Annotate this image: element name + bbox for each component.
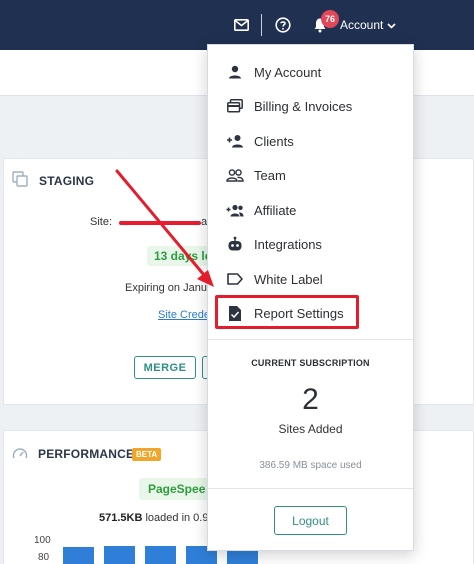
staging-icon (12, 171, 28, 187)
performance-title: PERFORMANCE (38, 447, 135, 461)
menu-item-integrations[interactable]: Integrations (208, 227, 413, 261)
mail-icon[interactable] (232, 16, 250, 34)
annotation-highlight-box (215, 295, 359, 329)
loaded-time: loaded in 0.9s (142, 512, 214, 524)
gauge-icon (12, 446, 28, 462)
chart-bar (104, 546, 135, 564)
chevron-down-icon (387, 18, 396, 32)
billing-icon (226, 97, 244, 115)
menu-item-team[interactable]: Team (208, 158, 413, 192)
sites-count: 2 (302, 383, 319, 416)
redaction-mark (119, 221, 201, 225)
person-icon (226, 63, 244, 81)
expiry-text: Expiring on Janua (125, 282, 214, 294)
subscription-title: CURRENT SUBSCRIPTION (251, 358, 370, 368)
sites-added-label: Sites Added (278, 422, 343, 436)
menu-item-label: Clients (254, 133, 294, 149)
help-icon[interactable] (274, 16, 292, 34)
space-used-text: 386.59 MB space used (259, 460, 362, 471)
menu-item-label: Integrations (254, 236, 322, 252)
menu-item-label: My Account (254, 64, 322, 80)
label-icon (226, 270, 244, 288)
logout-button[interactable]: Logout (274, 506, 347, 535)
menu-item-label: Billing & Invoices (254, 98, 353, 114)
toolbar-divider (261, 14, 262, 36)
menu-divider (208, 488, 413, 489)
site-credentials-link[interactable]: Site Crede (158, 309, 210, 321)
team-icon (226, 166, 244, 184)
menu-item-white-label[interactable]: White Label (208, 262, 413, 296)
beta-badge: BETA (132, 448, 162, 461)
add-person-icon (226, 132, 244, 150)
pagespeed-badge: PageSpee (139, 478, 214, 500)
chart-bar (145, 546, 176, 564)
y-tick-label: 80 (38, 552, 50, 563)
menu-divider (208, 339, 413, 340)
staging-title: STAGING (39, 174, 95, 188)
notification-badge: 76 (321, 10, 339, 28)
menu-item-billing[interactable]: Billing & Invoices (208, 89, 413, 123)
menu-item-label: Team (254, 167, 286, 183)
menu-item-my-account[interactable]: My Account (208, 55, 413, 89)
top-navigation-bar: 76 Account (0, 0, 474, 50)
account-menu-toggle[interactable]: Account (340, 18, 396, 32)
menu-item-affiliate[interactable]: Affiliate (208, 193, 413, 227)
menu-item-clients[interactable]: Clients (208, 124, 413, 158)
menu-item-label: White Label (254, 271, 323, 287)
merge-button[interactable]: MERGE (134, 356, 196, 379)
affiliate-icon (226, 201, 244, 219)
robot-icon (226, 235, 244, 253)
loaded-text: 571.5KB loaded in 0.9s (99, 512, 214, 524)
account-label: Account (340, 18, 384, 32)
loaded-size: 571.5KB (99, 512, 143, 524)
y-tick-label: 100 (34, 535, 51, 546)
site-label: Site: (90, 216, 113, 228)
menu-item-label: Affiliate (254, 202, 297, 218)
chart-bar (63, 547, 94, 564)
